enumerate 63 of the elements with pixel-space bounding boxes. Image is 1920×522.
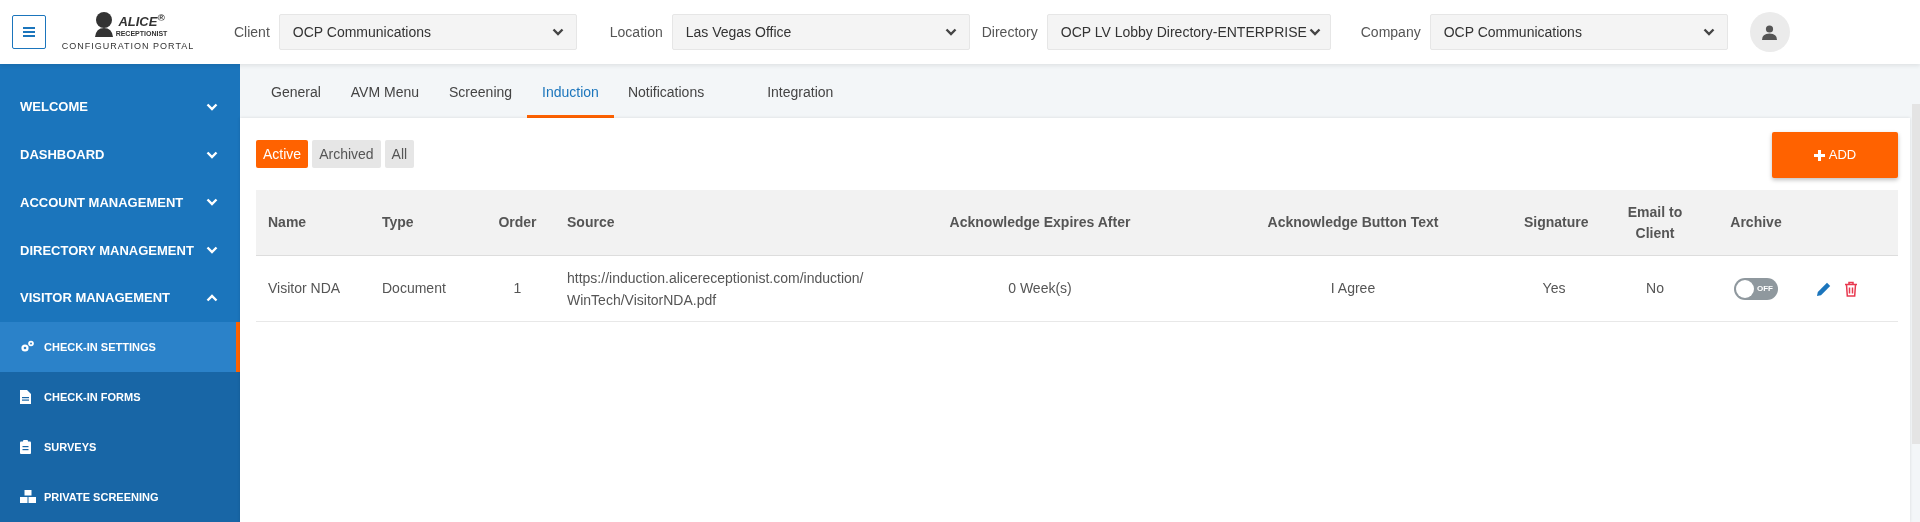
table-cell-text: Yes xyxy=(1541,279,1567,298)
chevron-up-icon xyxy=(206,294,218,303)
status-filter-button[interactable]: Archived xyxy=(312,140,381,168)
clipboard-icon xyxy=(20,440,31,454)
tab[interactable]: General xyxy=(256,70,336,118)
trash-icon[interactable] xyxy=(1844,280,1858,297)
status-filter-button[interactable]: All xyxy=(384,140,415,168)
filter-label: Client xyxy=(234,22,270,42)
plus-icon xyxy=(1813,149,1825,161)
menu-icon xyxy=(23,27,35,37)
tab[interactable]: Integration xyxy=(752,70,849,118)
tab[interactable]: Notifications xyxy=(613,70,719,118)
tab[interactable]: Screening xyxy=(434,70,528,118)
gears-icon xyxy=(20,340,35,354)
logo-tagline: CONFIGURATION PORTAL xyxy=(61,39,195,53)
chevron-down-icon xyxy=(206,246,218,255)
tab[interactable]: AVM Menu xyxy=(335,70,435,118)
column-header: Archive xyxy=(1729,213,1783,232)
filter-select[interactable]: Las Vegas Office xyxy=(671,14,970,50)
sidebar-item[interactable]: PRIVATE SCREENING xyxy=(0,472,240,522)
chevron-down-icon xyxy=(551,28,564,36)
column-header: Source xyxy=(566,213,616,232)
sidebar-item[interactable]: SURVEYS xyxy=(0,422,240,472)
logo-brand: ALICE$^{®}$ xyxy=(118,14,165,28)
sidebar-item[interactable]: CHECK-IN FORMS xyxy=(0,372,240,422)
avatar-button[interactable] xyxy=(1749,12,1790,52)
sidebar-item[interactable]: CHECK-IN SETTINGS xyxy=(0,322,240,372)
sidebar-section[interactable]: DIRECTORY MANAGEMENT xyxy=(0,226,240,275)
column-header: Order xyxy=(497,213,538,232)
pencil-icon[interactable] xyxy=(1816,280,1832,297)
table-cell-text: I Agree xyxy=(1329,279,1377,298)
column-header: Name xyxy=(267,213,308,232)
table-cell-text: Document xyxy=(381,279,447,298)
filter-label: Directory xyxy=(981,22,1038,42)
table-cell-text: 0 Week(s) xyxy=(1007,279,1073,298)
table-cell-text: 1 xyxy=(512,279,523,298)
filter-label: Location xyxy=(609,22,663,42)
chevron-down-icon xyxy=(206,102,218,111)
table-cell-text: Visitor NDA xyxy=(267,279,342,298)
chevron-down-icon xyxy=(1308,28,1321,36)
boxes-icon xyxy=(20,490,36,504)
chevron-down-icon xyxy=(206,198,218,207)
column-header: Email to Client xyxy=(1626,202,1684,243)
sidebar-section[interactable]: WELCOME xyxy=(0,83,240,131)
column-header: Acknowledge Button Text xyxy=(1266,213,1440,232)
filter-select[interactable]: OCP Communications xyxy=(1429,14,1728,50)
filter-select[interactable]: OCP Communications xyxy=(278,14,577,50)
column-header: Signature xyxy=(1523,213,1590,232)
table-cell-text: No xyxy=(1645,279,1665,298)
document-icon xyxy=(20,390,31,404)
chevron-down-icon xyxy=(1702,28,1715,36)
column-header: Acknowledge Expires After xyxy=(948,213,1132,232)
sidebar-section[interactable]: DASHBOARD xyxy=(0,130,240,179)
filter-select[interactable]: OCP LV Lobby Directory-ENTERPRISE xyxy=(1046,14,1331,50)
table-cell-text: https://induction.alicereceptionist.com/induction/WinTech/VisitorNDA.pdf xyxy=(566,268,865,310)
column-header: Type xyxy=(381,213,415,232)
user-icon xyxy=(1762,24,1778,40)
filter-label: Company xyxy=(1360,22,1421,42)
menu-button[interactable] xyxy=(12,15,46,49)
sidebar-section[interactable]: VISITOR MANAGEMENT xyxy=(0,274,240,322)
chevron-down-icon xyxy=(206,150,218,159)
sidebar-section[interactable]: ACCOUNT MANAGEMENT xyxy=(0,178,240,227)
chevron-down-icon xyxy=(944,28,957,36)
